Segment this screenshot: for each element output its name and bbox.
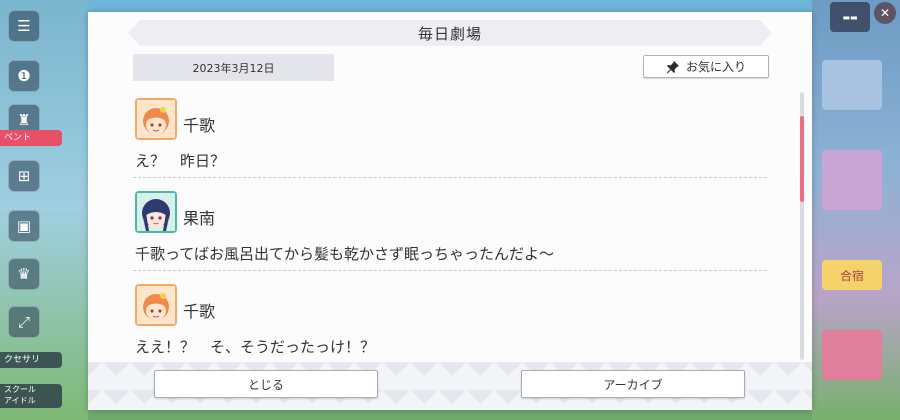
accessory-tag: クセサリ [0,352,62,368]
dialog-title: 毎日劇場 [128,20,772,46]
speaker-name: 果南 [183,209,216,228]
dialogue-line: え？ 昨日？ [135,152,226,170]
dialog-footer: とじる アーカイブ [88,362,812,410]
dialogue-line: 千歌ってばお風呂出てから髪も乾かさず眠っちゃったんだよ～ [135,245,554,263]
chat-icon: ❶ [8,60,40,92]
daily-theater-dialog: 毎日劇場 2023年3月12日 お気に入り 千歌 え？ 昨日？ 果南 千歌ってば… [88,12,812,410]
speaker-name: 千歌 [183,116,216,135]
close-button[interactable]: とじる [154,370,378,398]
chika-avatar [135,98,177,140]
event-tag: ベント [0,130,62,146]
dialogue-list[interactable]: 千歌 え？ 昨日？ 果南 千歌ってばお風呂出てから髪も乾かさず眠っちゃったんだよ… [133,98,767,360]
top-close-icon: ✕ [874,2,896,24]
expand-icon: ⤢ [8,306,40,338]
entry-divider [133,270,767,271]
bg-card [822,150,882,210]
dialogue-line: ええ！？ そ、そうだったっけ！？ [135,338,376,356]
school-idol-tag: スクール アイドル [0,384,62,408]
favorite-button[interactable]: お気に入り [643,55,769,78]
top-status: ▬▬ [830,2,870,32]
gift-icon: ⊞ [8,160,40,192]
entry-divider [133,177,767,178]
chika-avatar [135,284,177,326]
background-left: ☰ ❶ ♜ ベント ⊞ ▣ ♛ ⤢ クセサリ スクール アイドル [0,0,88,420]
scrollbar[interactable] [800,92,804,360]
bg-card [822,60,882,110]
favorite-label: お気に入り [685,60,746,74]
trophy-icon: ♛ [8,258,40,290]
menu-icon: ☰ [8,10,40,42]
bg-card [822,330,882,380]
scrollbar-thumb[interactable] [800,116,804,202]
pin-icon [666,60,680,74]
archive-button[interactable]: アーカイブ [521,370,745,398]
date-label: 2023年3月12日 [133,54,334,81]
kanan-avatar [135,191,177,233]
speaker-name: 千歌 [183,302,216,321]
window-icon: ▣ [8,210,40,242]
camp-label: 合宿 [822,260,882,290]
